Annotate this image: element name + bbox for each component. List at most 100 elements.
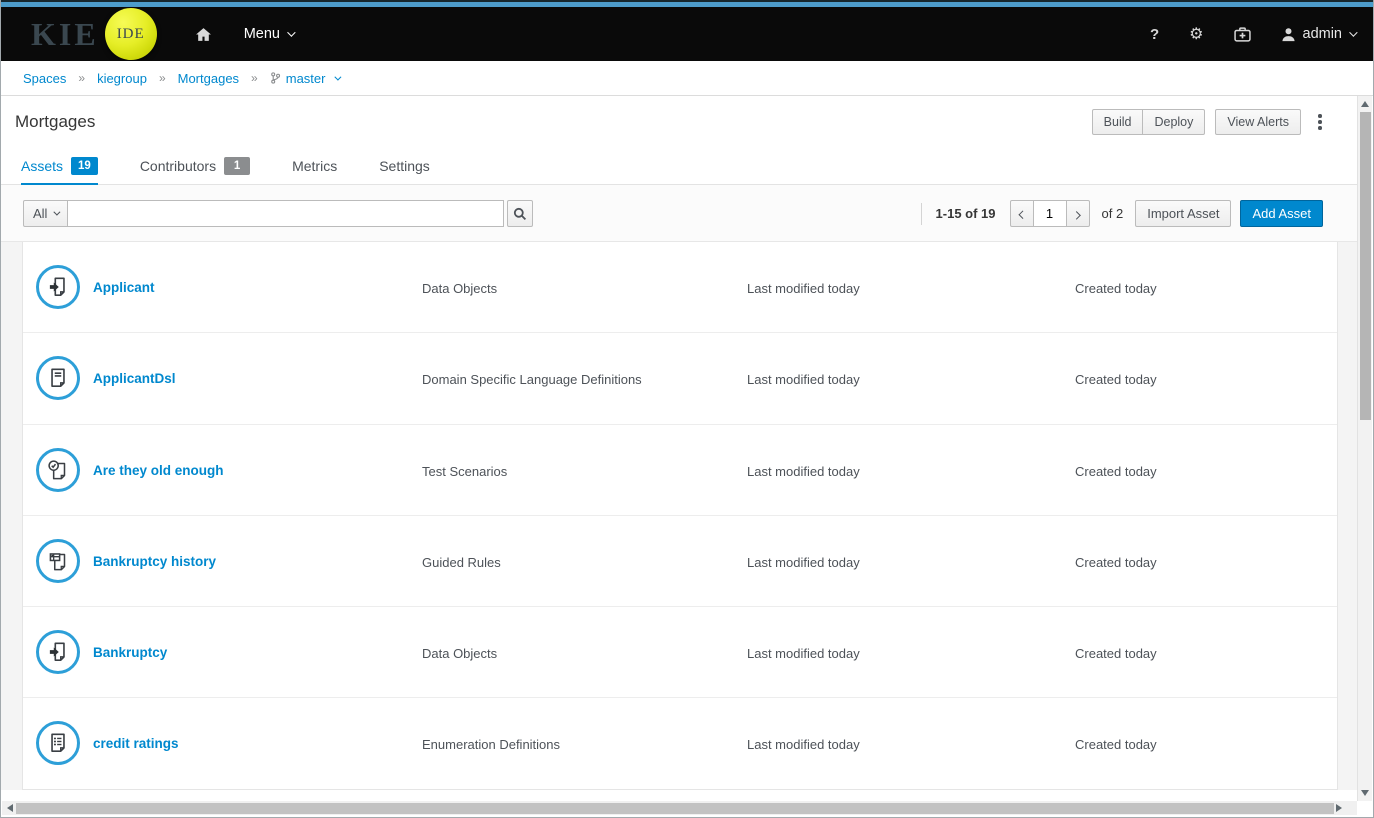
asset-created: Created today — [1075, 464, 1157, 479]
breadcrumb-separator: » — [159, 71, 166, 85]
page-header: Mortgages Build Deploy View Alerts — [1, 96, 1359, 148]
add-asset-button[interactable]: Add Asset — [1240, 200, 1323, 227]
asset-type: Domain Specific Language Definitions — [422, 372, 642, 387]
chevron-right-icon — [1072, 211, 1080, 219]
asset-name-link[interactable]: Applicant — [93, 280, 155, 295]
gear-icon[interactable]: ⚙ — [1189, 24, 1203, 44]
project-tabs: Assets 19 Contributors 1 Metrics Setting… — [1, 148, 1359, 185]
assets-count-badge: 19 — [71, 157, 98, 175]
asset-last-modified: Last modified today — [747, 555, 860, 570]
build-deploy-group: Build Deploy — [1092, 109, 1206, 135]
git-branch-icon — [270, 71, 281, 85]
asset-name-link[interactable]: ApplicantDsl — [93, 371, 176, 386]
masthead-utilities: ? ⚙ admin — [1150, 7, 1355, 61]
masthead: KIE IDE Menu ? ⚙ admin — [1, 7, 1373, 61]
tab-label: Contributors — [140, 158, 216, 174]
filter-label: All — [33, 206, 47, 221]
magnifier-icon — [513, 207, 527, 221]
asset-created: Created today — [1075, 646, 1157, 661]
asset-type-icon — [36, 539, 80, 583]
asset-name-link[interactable]: credit ratings — [93, 736, 179, 751]
breadcrumb: Spaces » kiegroup » Mortgages » master — [1, 61, 1373, 96]
ide-logo-text: IDE — [117, 26, 145, 43]
horizontal-scrollbar[interactable] — [2, 801, 1358, 815]
user-menu[interactable]: admin — [1281, 26, 1356, 42]
kie-logo[interactable]: KIE IDE — [31, 8, 157, 60]
chevron-down-icon — [54, 209, 61, 216]
scroll-right-arrow-icon[interactable] — [1336, 804, 1342, 812]
asset-type-icon — [36, 265, 80, 309]
tab-contributors[interactable]: Contributors 1 — [140, 148, 250, 185]
asset-name-link[interactable]: Are they old enough — [93, 463, 224, 478]
asset-type-icon — [36, 448, 80, 492]
build-button[interactable]: Build — [1092, 109, 1144, 135]
asset-last-modified: Last modified today — [747, 737, 860, 752]
asset-type: Enumeration Definitions — [422, 737, 560, 752]
asset-last-modified: Last modified today — [747, 281, 860, 296]
deploy-button[interactable]: Deploy — [1142, 109, 1205, 135]
page-number-input[interactable] — [1033, 200, 1067, 227]
top-accent-bar — [1, 0, 1373, 7]
asset-type-icon — [36, 721, 80, 765]
home-icon[interactable] — [195, 27, 212, 42]
scroll-down-arrow-icon[interactable] — [1361, 790, 1369, 796]
asset-row[interactable]: credit ratings Enumeration Definitions L… — [23, 698, 1337, 789]
breadcrumb-kiegroup[interactable]: kiegroup — [97, 71, 147, 86]
scroll-up-arrow-icon[interactable] — [1361, 101, 1369, 107]
next-page-button[interactable] — [1066, 200, 1090, 227]
breadcrumb-spaces[interactable]: Spaces — [23, 71, 66, 86]
breadcrumb-mortgages[interactable]: Mortgages — [178, 71, 239, 86]
kie-logo-text: KIE — [31, 16, 99, 53]
search-button[interactable] — [507, 200, 533, 227]
chevron-down-icon — [1349, 28, 1357, 36]
scroll-left-arrow-icon[interactable] — [7, 804, 13, 812]
menu-label: Menu — [244, 26, 280, 42]
filter-dropdown[interactable]: All — [23, 200, 68, 227]
asset-last-modified: Last modified today — [747, 646, 860, 661]
total-pages: of 2 — [1102, 206, 1124, 221]
asset-row[interactable]: Bankruptcy Data Objects Last modified to… — [23, 607, 1337, 698]
pagination-controls: 1-15 of 19 of 2 Import Asset Add Asset — [921, 200, 1323, 227]
asset-row[interactable]: ApplicantDsl Domain Specific Language De… — [23, 333, 1337, 424]
kebab-menu-icon[interactable] — [1311, 109, 1329, 135]
horizontal-scroll-thumb[interactable] — [16, 803, 1334, 814]
asset-row[interactable]: Bankruptcy history Guided Rules Last mod… — [23, 516, 1337, 607]
asset-type: Data Objects — [422, 646, 497, 661]
tab-label: Metrics — [292, 158, 337, 174]
tab-label: Assets — [21, 158, 63, 174]
asset-created: Created today — [1075, 555, 1157, 570]
chevron-down-icon — [287, 28, 295, 36]
view-alerts-button[interactable]: View Alerts — [1215, 109, 1301, 135]
asset-created: Created today — [1075, 372, 1157, 387]
asset-type-icon — [36, 630, 80, 674]
asset-last-modified: Last modified today — [747, 372, 860, 387]
help-icon[interactable]: ? — [1150, 26, 1159, 43]
user-name: admin — [1303, 26, 1343, 42]
user-icon — [1281, 27, 1296, 42]
chevron-down-icon — [335, 73, 342, 80]
vertical-scrollbar[interactable] — [1357, 96, 1372, 801]
below-list-spacer — [1, 790, 1359, 801]
menu-dropdown[interactable]: Menu — [244, 26, 293, 42]
asset-name-link[interactable]: Bankruptcy — [93, 645, 167, 660]
utility-kit-icon[interactable] — [1234, 27, 1251, 42]
prev-page-button[interactable] — [1010, 200, 1034, 227]
branch-name: master — [286, 71, 326, 86]
tab-label: Settings — [379, 158, 430, 174]
tab-assets[interactable]: Assets 19 — [21, 148, 98, 185]
asset-name-link[interactable]: Bankruptcy history — [93, 554, 216, 569]
asset-type: Guided Rules — [422, 555, 501, 570]
tab-metrics[interactable]: Metrics — [292, 148, 337, 185]
import-asset-button[interactable]: Import Asset — [1135, 200, 1231, 227]
assets-toolbar: All 1-15 of 19 of 2 Import Asset Add Ass… — [1, 185, 1359, 242]
search-controls: All — [23, 200, 533, 227]
vertical-scroll-thumb[interactable] — [1360, 112, 1371, 420]
application-window: KIE IDE Menu ? ⚙ admin Spaces — [0, 0, 1374, 818]
items-range: 1-15 of 19 — [936, 206, 996, 221]
asset-row[interactable]: Are they old enough Test Scenarios Last … — [23, 425, 1337, 516]
asset-row[interactable]: Applicant Data Objects Last modified tod… — [23, 242, 1337, 333]
tab-settings[interactable]: Settings — [379, 148, 430, 185]
branch-selector[interactable]: master — [270, 71, 340, 86]
search-input[interactable] — [67, 200, 504, 227]
asset-type: Data Objects — [422, 281, 497, 296]
